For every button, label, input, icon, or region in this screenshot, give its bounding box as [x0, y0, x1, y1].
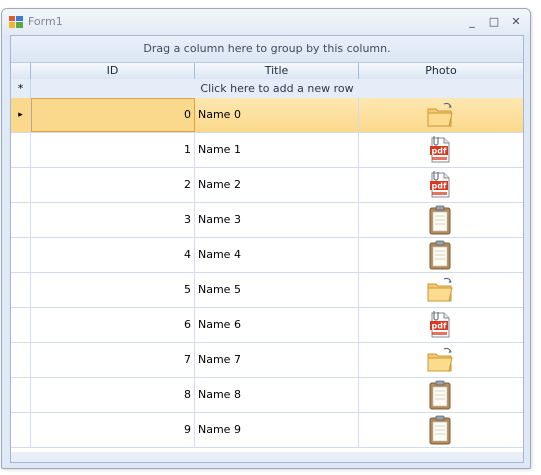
table-row[interactable]: 8 Name 8 — [11, 378, 523, 413]
header-id[interactable]: ID — [31, 63, 195, 79]
cell-photo[interactable] — [359, 378, 523, 412]
cell-id[interactable]: 3 — [31, 203, 195, 237]
cell-title[interactable]: Name 7 — [195, 343, 359, 377]
cell-id[interactable]: 5 — [31, 273, 195, 307]
close-button[interactable]: ✕ — [506, 13, 526, 31]
grid-bottom-area — [11, 452, 523, 462]
cell-id[interactable]: 0 — [31, 98, 195, 132]
row-indicator[interactable]: ▸ — [11, 98, 31, 132]
folder-icon — [427, 102, 453, 127]
pdf-icon: pdf — [430, 311, 450, 338]
cell-title[interactable]: Name 4 — [195, 238, 359, 272]
cell-id[interactable]: 2 — [31, 168, 195, 202]
new-row[interactable]: * Click here to add a new row — [11, 79, 523, 99]
data-grid[interactable]: Drag a column here to group by this colu… — [10, 35, 524, 463]
cell-photo[interactable] — [359, 343, 523, 377]
table-row[interactable]: 3 Name 3 — [11, 203, 523, 238]
row-indicator[interactable] — [11, 308, 31, 342]
row-indicator[interactable] — [11, 238, 31, 272]
table-row[interactable]: 6 Name 6 pdf — [11, 308, 523, 343]
folder-icon — [427, 347, 453, 372]
table-row[interactable]: 1 Name 1 pdf — [11, 133, 523, 168]
cell-photo[interactable]: pdf — [359, 133, 523, 167]
table-row[interactable]: 2 Name 2 pdf — [11, 168, 523, 203]
cell-id[interactable]: 9 — [31, 413, 195, 447]
row-indicator[interactable] — [11, 133, 31, 167]
cell-id[interactable]: 4 — [31, 238, 195, 272]
svg-text:pdf: pdf — [432, 182, 447, 191]
cell-title[interactable]: Name 2 — [195, 168, 359, 202]
cell-id[interactable]: 1 — [31, 133, 195, 167]
cell-photo[interactable]: pdf — [359, 308, 523, 342]
window-title: Form1 — [28, 15, 63, 28]
maximize-button[interactable]: □ — [484, 13, 504, 31]
cell-title[interactable]: Name 8 — [195, 378, 359, 412]
pdf-icon: pdf — [430, 171, 450, 198]
row-indicator[interactable] — [11, 378, 31, 412]
cell-photo[interactable] — [359, 98, 523, 132]
group-panel[interactable]: Drag a column here to group by this colu… — [11, 36, 523, 62]
clipboard-icon — [429, 205, 451, 235]
new-row-indicator: * — [11, 79, 31, 98]
cell-photo[interactable] — [359, 273, 523, 307]
row-indicator[interactable] — [11, 273, 31, 307]
cell-photo[interactable]: pdf — [359, 168, 523, 202]
cell-id[interactable]: 7 — [31, 343, 195, 377]
header-photo[interactable]: Photo — [359, 63, 523, 79]
pdf-icon: pdf — [430, 136, 450, 163]
cell-title[interactable]: Name 9 — [195, 413, 359, 447]
form-window: Form1 _ □ ✕ Drag a column here to group … — [1, 8, 531, 469]
table-row[interactable]: 5 Name 5 — [11, 273, 523, 308]
cell-title[interactable]: Name 6 — [195, 308, 359, 342]
folder-icon — [427, 277, 453, 302]
svg-text:pdf: pdf — [432, 147, 447, 156]
cell-title[interactable]: Name 3 — [195, 203, 359, 237]
cell-photo[interactable] — [359, 413, 523, 447]
header-indicator — [11, 63, 31, 79]
new-row-text[interactable]: Click here to add a new row — [31, 79, 523, 98]
cell-title[interactable]: Name 5 — [195, 273, 359, 307]
table-row[interactable]: 7 Name 7 — [11, 343, 523, 378]
cell-photo[interactable] — [359, 203, 523, 237]
svg-text:pdf: pdf — [432, 322, 447, 331]
app-icon — [9, 16, 23, 28]
cell-id[interactable]: 8 — [31, 378, 195, 412]
row-indicator[interactable] — [11, 203, 31, 237]
clipboard-icon — [429, 380, 451, 410]
column-header-row: ID Title Photo — [11, 62, 523, 80]
cell-id[interactable]: 6 — [31, 308, 195, 342]
row-indicator[interactable] — [11, 413, 31, 447]
table-row[interactable]: ▸ 0 Name 0 — [11, 98, 523, 133]
clipboard-icon — [429, 415, 451, 445]
table-row[interactable]: 4 Name 4 — [11, 238, 523, 273]
cell-title[interactable]: Name 1 — [195, 133, 359, 167]
table-row[interactable]: 9 Name 9 — [11, 413, 523, 448]
row-indicator[interactable] — [11, 168, 31, 202]
cell-photo[interactable] — [359, 238, 523, 272]
clipboard-icon — [429, 240, 451, 270]
row-indicator[interactable] — [11, 343, 31, 377]
title-bar[interactable]: Form1 _ □ ✕ — [2, 9, 530, 35]
cell-title[interactable]: Name 0 — [195, 98, 359, 132]
header-title[interactable]: Title — [195, 63, 359, 79]
minimize-button[interactable]: _ — [462, 13, 482, 31]
